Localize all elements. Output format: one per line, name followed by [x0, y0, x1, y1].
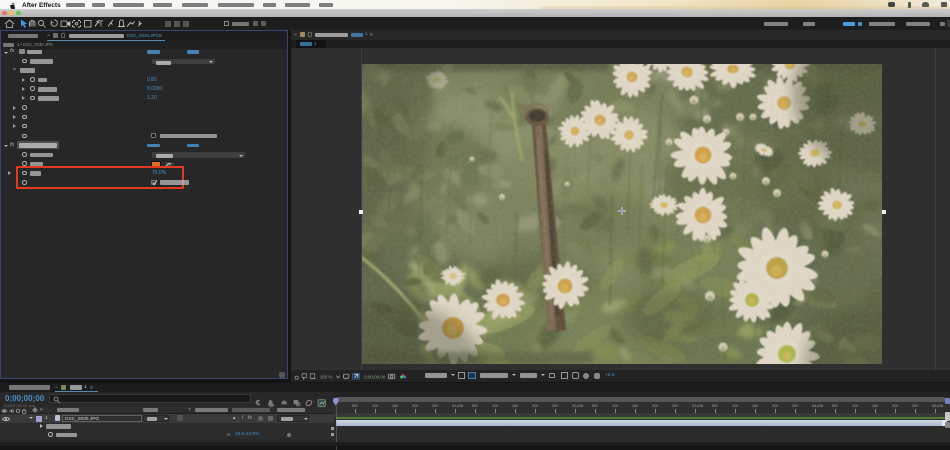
svg-text:0;00;00;00: 0;00;00;00	[364, 374, 386, 379]
svg-text:200 %: 200 %	[320, 374, 332, 379]
svg-text:T: T	[99, 20, 104, 29]
